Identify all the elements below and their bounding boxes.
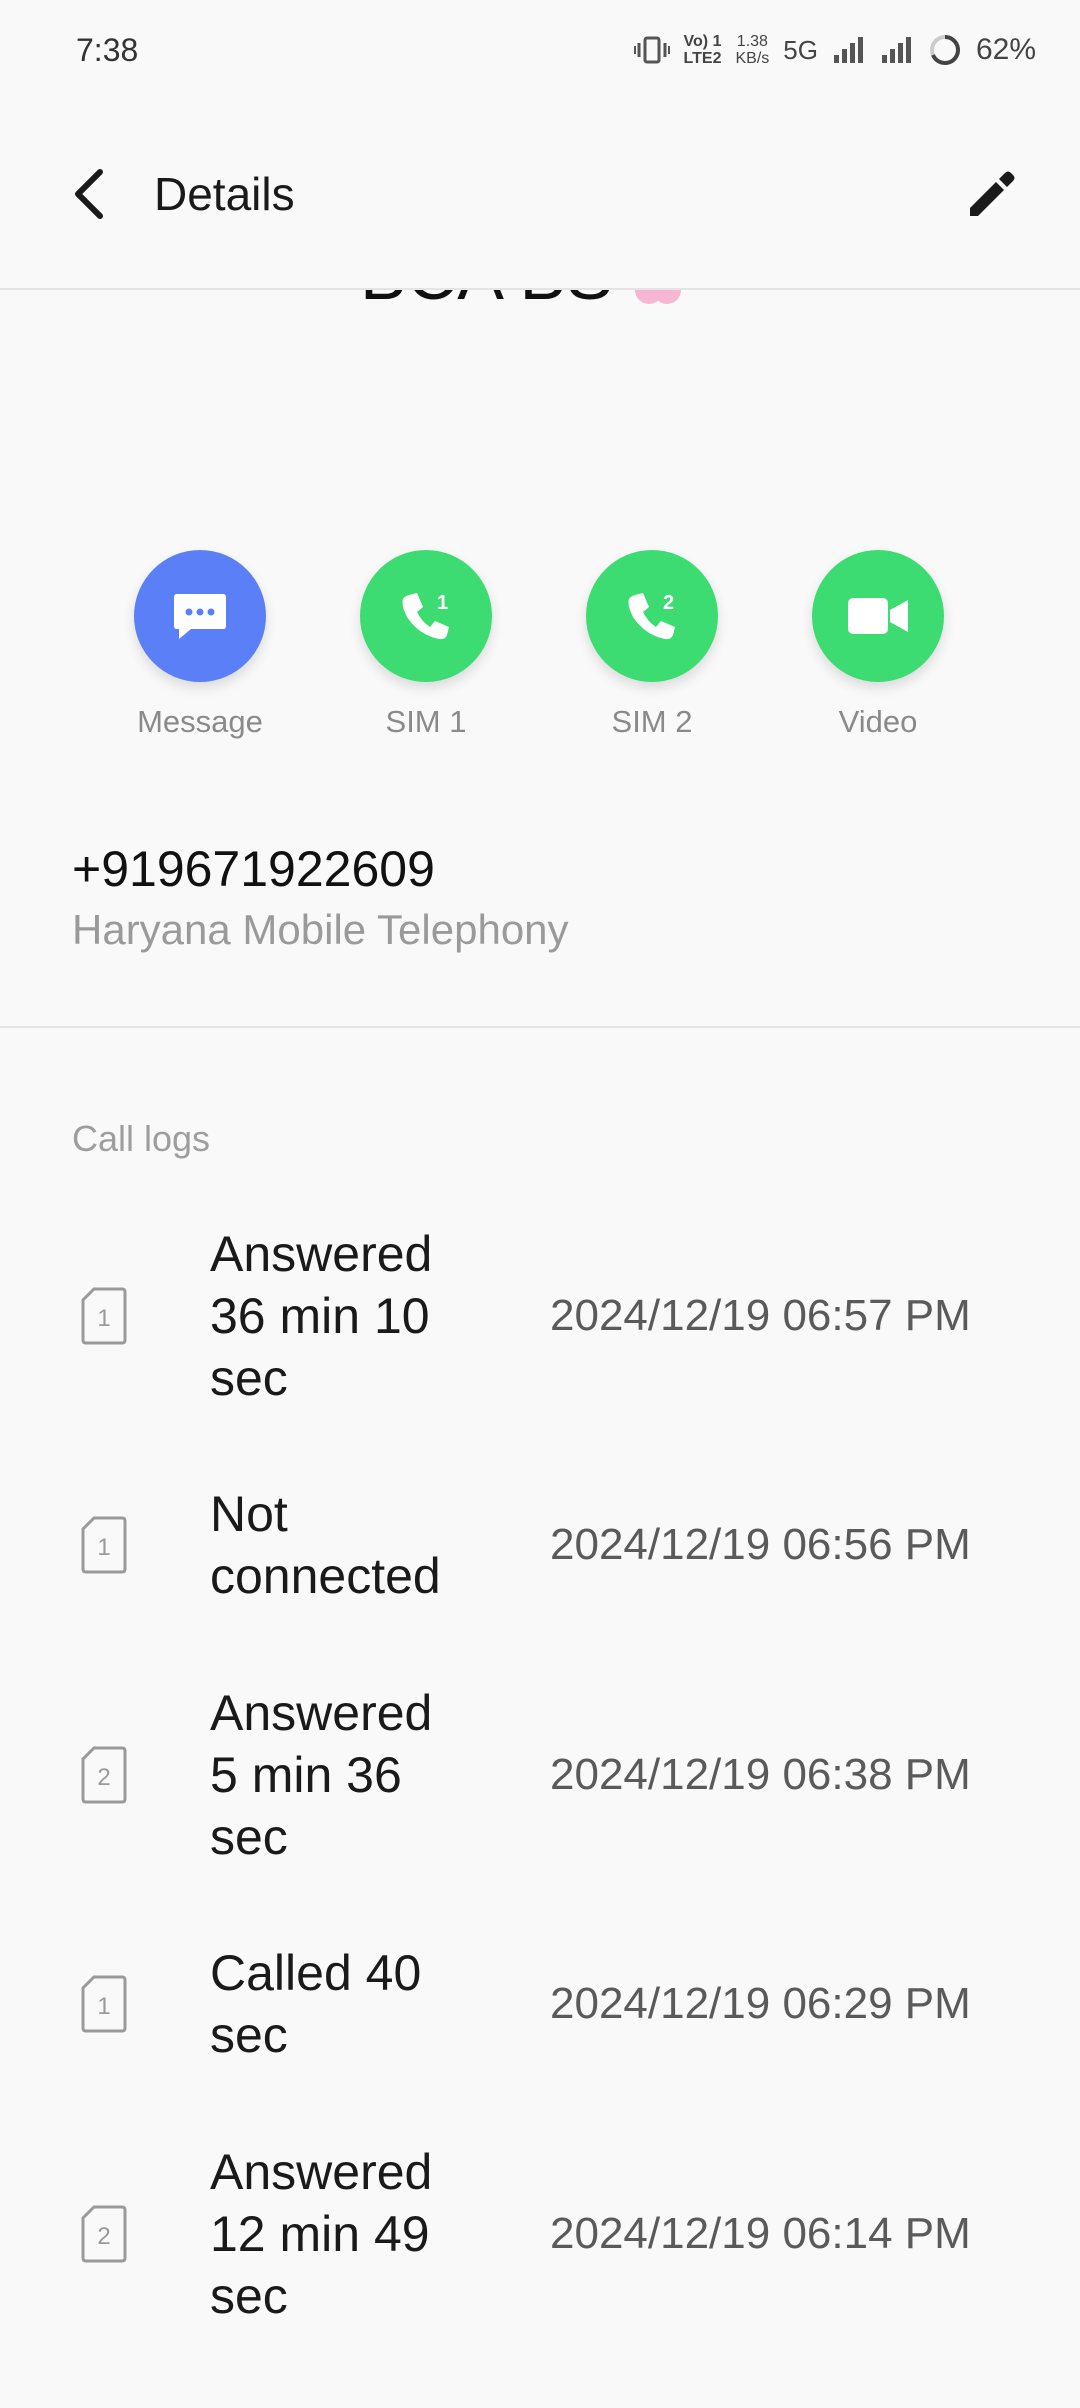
call-log-row[interactable]: 1 Called 40 sec 2024/12/19 06:29 PM [0,1942,1080,2066]
call-sim2-button[interactable]: 2 SIM 2 [586,550,718,740]
signal-icon-1 [833,37,863,63]
status-time: 7:38 [76,31,139,68]
phone-sim1-icon: 1 [402,592,449,640]
network-speed: 1.38 KB/s [735,33,770,67]
vibrate-icon [633,36,670,64]
call-time: 2024/12/19 06:57 PM [550,1291,971,1340]
message-label: Message [137,704,263,739]
page-title: Details [154,168,295,220]
call-logs-title: Call logs [72,1118,211,1159]
call-status: Called 40 sec [210,1945,422,2063]
call-status: Answered 12 min 49 sec [210,2144,433,2324]
phone-sim2-icon: 2 [628,592,675,640]
message-icon [174,594,226,639]
volte-indicator: Vo) 1 LTE2 [683,33,722,67]
call-status: Not connected [210,1486,441,1604]
call-log-row[interactable]: 2 Answered 5 min 36 sec 2024/12/19 06:38 P… [0,1682,1080,1868]
sim2-label: SIM 2 [611,704,693,739]
carrier-name: Haryana Mobile Telephony [72,906,569,953]
call-time: 2024/12/19 06:38 PM [550,1750,971,1799]
call-log-row[interactable]: 1 Not connected 2024/12/19 06:56 PM [0,1483,1080,1607]
back-arrow-icon[interactable] [70,168,110,220]
call-log-row[interactable]: 1 Answered 36 min 10 sec 2024/12/19 06:57 … [0,1223,1080,1409]
sim-number: 1 [97,1993,110,2020]
sim-card-icon: 2 [81,2205,127,2263]
svg-text:2: 2 [663,592,674,614]
sim-card-icon: 1 [81,1975,127,2033]
message-button[interactable]: Message [134,550,266,740]
sim-card-icon: 2 [81,1746,127,1804]
call-sim1-button[interactable]: 1 SIM 1 [360,550,492,740]
call-status: Answered 36 min 10 sec [210,1226,433,1406]
video-call-button[interactable]: Video [812,550,944,740]
sim-number: 1 [97,1534,110,1561]
call-status: Answered 5 min 36 sec [210,1685,433,1865]
battery-ring-icon [929,35,960,65]
network-type: 5G [783,34,818,65]
sim-number: 2 [97,2223,110,2250]
app-header: Details [0,100,1080,290]
sim-number: 1 [97,1305,110,1332]
call-time: 2024/12/19 06:14 PM [550,2209,971,2258]
video-icon [848,598,908,634]
video-label: Video [838,704,918,739]
signal-icon-2 [881,37,911,63]
divider [0,1026,1080,1028]
call-time: 2024/12/19 06:29 PM [550,1979,971,2028]
edit-pencil-icon[interactable] [964,166,1020,222]
sim1-label: SIM 1 [385,704,467,739]
sim-card-icon: 1 [81,1516,127,1574]
svg-text:1: 1 [437,592,448,614]
phone-number[interactable]: +919671922609 [72,840,569,898]
sim-card-icon: 1 [81,1287,127,1345]
call-time: 2024/12/19 06:56 PM [550,1520,971,1569]
call-log-row[interactable]: 2 Answered 12 min 49 sec 2024/12/19 06:14 … [0,2141,1080,2327]
status-icons: Vo) 1 LTE2 1.38 KB/s 5G 62% [633,33,1036,67]
contact-actions: Message 1 SIM 1 2 SIM 2 Video [0,550,1080,740]
sim-number: 2 [97,1764,110,1791]
status-bar: 7:38 Vo) 1 LTE2 1.38 KB/s 5G 62% [0,0,1080,100]
phone-number-block[interactable]: +919671922609 Haryana Mobile Telephony [72,840,569,954]
battery-percent: 62% [975,33,1036,66]
